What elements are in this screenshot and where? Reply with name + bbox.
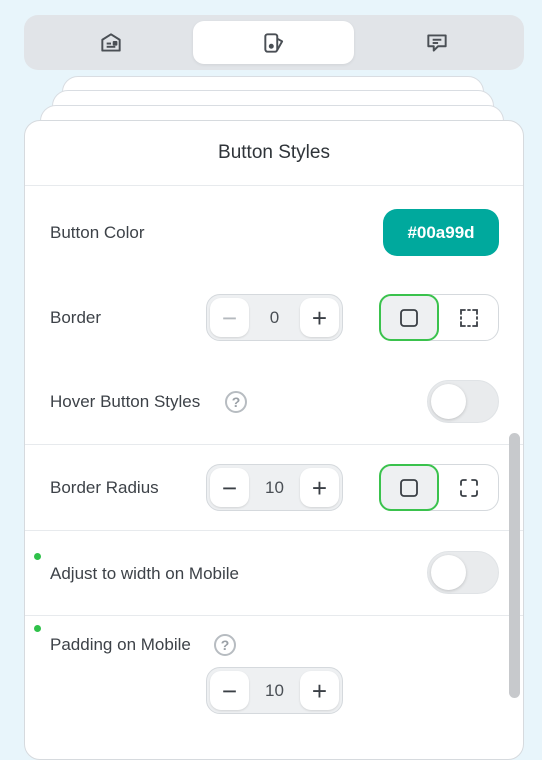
border-decrement-button[interactable]: −	[210, 298, 249, 337]
hover-help-icon[interactable]: ?	[225, 391, 247, 413]
button-color-label: Button Color	[50, 223, 145, 242]
padding-mobile-label: Padding on Mobile	[50, 635, 191, 654]
divider	[25, 185, 523, 186]
button-color-picker[interactable]: #00a99d	[383, 209, 499, 256]
border-increment-button[interactable]: +	[300, 298, 339, 337]
button-styles-panel: Button Styles Button Color #00a99d Borde…	[24, 120, 524, 760]
divider	[25, 444, 523, 445]
border-radius-stepper: − 10 +	[206, 464, 343, 511]
border-label: Border	[50, 308, 102, 327]
tab-design[interactable]	[193, 21, 354, 64]
hover-styles-label: Hover Button Styles	[50, 392, 201, 411]
border-radius-decrement-button[interactable]: −	[210, 468, 249, 507]
border-value[interactable]: 0	[251, 295, 298, 340]
panel-scrollbar[interactable]	[509, 433, 520, 698]
border-radius-increment-button[interactable]: +	[300, 468, 339, 507]
corners-icon	[460, 478, 478, 497]
border-all-sides-option[interactable]	[379, 294, 439, 341]
hover-styles-toggle[interactable]	[427, 380, 499, 423]
padding-increment-button[interactable]: +	[300, 671, 339, 710]
padding-decrement-button[interactable]: −	[210, 671, 249, 710]
divider	[25, 530, 523, 531]
radius-individual-corners-option[interactable]	[439, 464, 499, 511]
border-sides-toggle	[379, 294, 499, 341]
toggle-knob	[431, 555, 466, 590]
chat-icon	[426, 33, 447, 52]
square-icon	[400, 478, 418, 497]
design-icon	[263, 32, 283, 53]
border-radius-label: Border Radius	[50, 478, 159, 497]
padding-value[interactable]: 10	[251, 668, 298, 713]
changed-indicator-dot	[34, 625, 41, 632]
radius-all-corners-option[interactable]	[379, 464, 439, 511]
adjust-width-mobile-label: Adjust to width on Mobile	[50, 564, 239, 583]
border-stepper: − 0 +	[206, 294, 343, 341]
card-icon	[100, 32, 121, 52]
divider	[25, 615, 523, 616]
padding-help-icon[interactable]: ?	[214, 634, 236, 656]
tab-content[interactable]	[30, 21, 191, 64]
toggle-knob	[431, 384, 466, 419]
dashed-square-icon	[460, 308, 478, 327]
adjust-width-mobile-toggle[interactable]	[427, 551, 499, 594]
border-radius-corners-toggle	[379, 464, 499, 511]
padding-mobile-stepper: − 10 +	[206, 667, 343, 714]
panel-title: Button Styles	[218, 142, 330, 163]
square-icon	[400, 308, 418, 327]
changed-indicator-dot	[34, 553, 41, 560]
tab-messages[interactable]	[356, 21, 517, 64]
border-individual-sides-option[interactable]	[439, 294, 499, 341]
border-radius-value[interactable]: 10	[251, 465, 298, 510]
panel-tab-bar	[24, 15, 524, 70]
